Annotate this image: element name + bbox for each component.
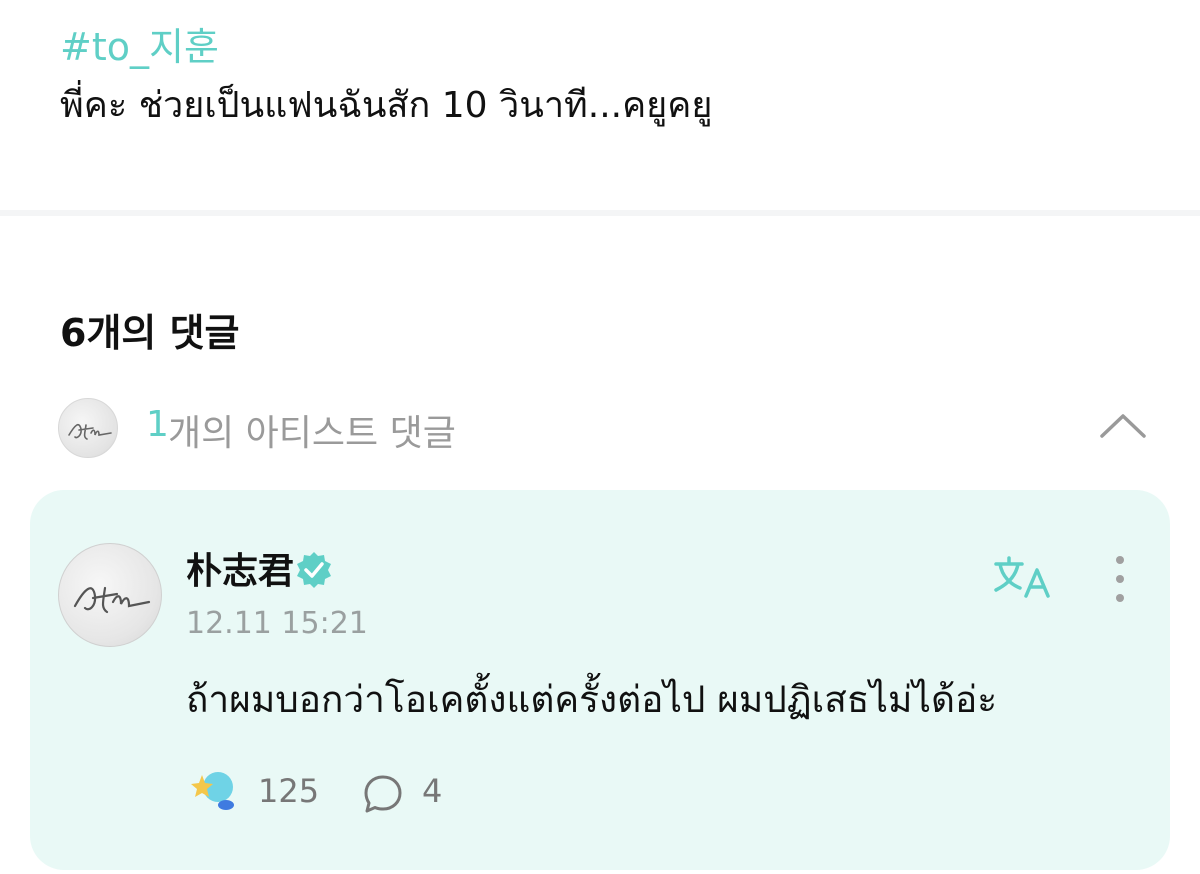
artist-comment-count: 1 <box>146 404 169 445</box>
like-count: 125 <box>258 772 320 810</box>
artist-comment-card: 朴志君 12.11 15:21 ถ้าผมบอกว่าโอเคตั้งแต่คร… <box>30 490 1170 870</box>
signature-icon <box>73 586 151 614</box>
speech-bubble-icon[interactable] <box>362 773 404 815</box>
verified-badge-icon <box>297 552 331 588</box>
post-body: พี่คะ ช่วยเป็นแฟนฉันสัก 10 วินาที...คยูค… <box>60 85 713 126</box>
more-vertical-icon[interactable] <box>1110 554 1130 604</box>
signature-icon <box>68 423 112 440</box>
comment-timestamp: 12.11 15:21 <box>186 606 368 641</box>
chevron-up-icon[interactable] <box>1098 404 1148 444</box>
comment-text: ถ้าผมบอกว่าโอเคตั้งแต่ครั้งต่อไป ผมปฏิเส… <box>186 678 998 721</box>
star-lightstick-icon[interactable] <box>186 765 240 813</box>
author-avatar[interactable] <box>58 543 162 647</box>
translate-icon[interactable] <box>992 554 1052 600</box>
artist-comment-label: 개의 아티스트 댓글 <box>168 413 456 454</box>
artist-avatar-small <box>58 398 118 458</box>
post-tag[interactable]: #to_지훈 <box>60 16 219 71</box>
artist-comments-toggle[interactable]: 1 개의 아티스트 댓글 <box>58 398 1148 458</box>
author-name[interactable]: 朴志君 <box>186 542 294 594</box>
comments-title: 6개의 댓글 <box>60 311 240 355</box>
reply-count: 4 <box>422 772 443 810</box>
section-divider <box>0 210 1200 216</box>
